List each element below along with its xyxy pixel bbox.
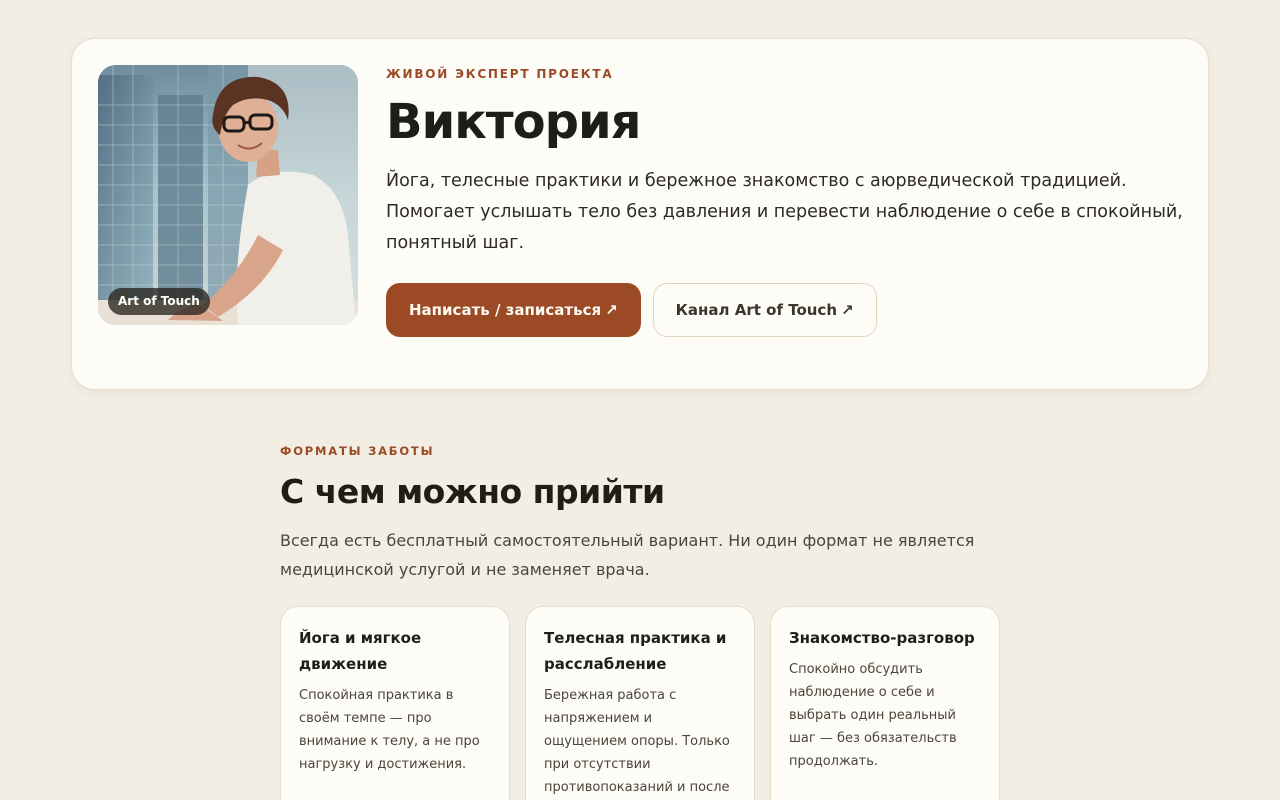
- format-cards: Йога и мягкое движение Спокойная практик…: [280, 606, 1000, 800]
- format-card-conversation[interactable]: Знакомство-разговор Спокойно обсудить на…: [770, 606, 1000, 800]
- photo-badge: Art of Touch: [108, 288, 210, 315]
- channel-button[interactable]: Канал Art of Touch ↗: [652, 283, 877, 338]
- formats-intro: Всегда есть бесплатный самостоятельный в…: [280, 530, 975, 579]
- arrow-up-right-icon: ↗: [841, 301, 854, 320]
- format-card-body-practice[interactable]: Телесная практика и расслабление Бережна…: [525, 606, 755, 800]
- format-card-title: Телесная практика и расслабление: [544, 629, 727, 673]
- expert-portrait-image: [98, 65, 358, 325]
- format-card-title: Йога и мягкое движение: [299, 629, 422, 673]
- format-card-text: Спокойно обсудить наблюдение о себе и вы…: [789, 662, 957, 769]
- expert-description: Йога, телесные практики и бережное знако…: [386, 171, 1183, 254]
- format-card-title: Знакомство-разговор: [789, 629, 975, 647]
- page: Art of Touch ЖИВОЙ ЭКСПЕРТ ПРОЕКТА Викто…: [0, 0, 1280, 800]
- expert-eyebrow: ЖИВОЙ ЭКСПЕРТ ПРОЕКТА: [386, 67, 614, 81]
- expert-photo: Art of Touch: [98, 65, 358, 325]
- expert-info: ЖИВОЙ ЭКСПЕРТ ПРОЕКТА Виктория Йога, тел…: [386, 67, 1186, 338]
- formats-title: С чем можно прийти: [280, 472, 665, 511]
- format-card-text: Спокойная практика в своём темпе — про в…: [299, 688, 480, 772]
- arrow-up-right-icon: ↗: [605, 301, 618, 320]
- formats-eyebrow: ФОРМАТЫ ЗАБОТЫ: [280, 444, 435, 458]
- expert-name: Виктория: [386, 94, 641, 150]
- channel-button-label: Канал Art of Touch: [675, 301, 837, 320]
- expert-actions: Написать / записаться ↗ Канал Art of Tou…: [386, 283, 1186, 338]
- format-card-text: Бережная работа с напряжением и ощущение…: [544, 688, 730, 795]
- write-signup-button[interactable]: Написать / записаться ↗: [386, 283, 641, 338]
- write-signup-button-label: Написать / записаться: [409, 301, 602, 320]
- expert-card: Art of Touch ЖИВОЙ ЭКСПЕРТ ПРОЕКТА Викто…: [71, 38, 1209, 390]
- format-card-yoga[interactable]: Йога и мягкое движение Спокойная практик…: [280, 606, 510, 800]
- formats-section: ФОРМАТЫ ЗАБОТЫ С чем можно прийти Всегда…: [280, 444, 1000, 800]
